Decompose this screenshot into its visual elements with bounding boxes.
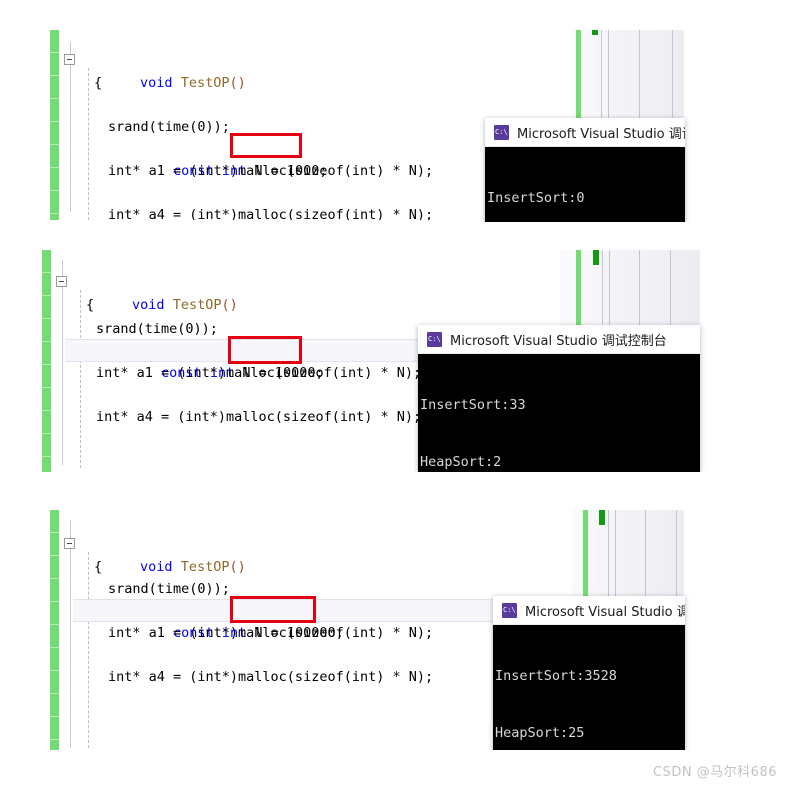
console-output-2: InsertSort:33 HeapSort:2 D:\代码\data stru… (418, 354, 700, 472)
console-window-2[interactable]: Microsoft Visual Studio 调试控制台 InsertSort… (418, 325, 700, 472)
keyword-void: void (140, 75, 173, 91)
csdn-watermark: CSDN @马尔科686 (652, 765, 777, 780)
open-brace: { (94, 75, 103, 91)
line-alloc-a4: int* a4 = (int*)malloc(sizeof(int) * N); (108, 207, 434, 220)
signature-parens: () (229, 559, 246, 575)
line-srand: srand(time(0)); (96, 321, 218, 337)
highlight-box-n-value-3 (230, 596, 316, 623)
console-title-1: Microsoft Visual Studio 调试控制台 (517, 126, 685, 142)
console-line: InsertSort:0 (487, 190, 585, 206)
highlight-box-n-value-1 (230, 133, 302, 158)
keyword-void: void (132, 297, 165, 313)
console-titlebar-1[interactable]: Microsoft Visual Studio 调试控制台 (485, 118, 685, 147)
signature-parens: () (229, 75, 246, 91)
console-title-3: Microsoft Visual Studio 调 (525, 604, 685, 620)
function-name: TestOP (180, 75, 230, 91)
console-app-icon (494, 124, 509, 140)
open-brace: { (94, 559, 103, 575)
minimap-saved-marker (599, 510, 605, 525)
line-alloc-a1: int* a1 = (int*)malloc(sizeof(int) * N); (96, 365, 422, 381)
code-panel-1: void TestOP() { srand(time(0)); const in… (0, 22, 793, 222)
console-window-3[interactable]: Microsoft Visual Studio 调 InsertSort:352… (493, 596, 685, 750)
line-alloc-a4: int* a4 = (int*)malloc(sizeof(int) * N); (108, 669, 434, 685)
console-output-3: InsertSort:3528 HeapSort:25 D:\代码\data s… (493, 625, 685, 750)
console-line: HeapSort:2 (420, 454, 502, 470)
line-alloc-a4: int* a4 = (int*)malloc(sizeof(int) * N); (96, 409, 422, 425)
console-app-icon (427, 331, 442, 347)
function-name: TestOP (180, 559, 230, 575)
code-panel-2: void TestOP() { srand(time(0)); const in… (0, 250, 793, 472)
code-panel-3: void TestOP() { srand(time(0)); const in… (0, 505, 793, 750)
signature-parens: () (221, 297, 238, 313)
open-brace: { (86, 297, 95, 313)
console-titlebar-3[interactable]: Microsoft Visual Studio 调 (493, 596, 685, 625)
console-app-icon (502, 602, 517, 618)
console-window-1[interactable]: Microsoft Visual Studio 调试控制台 InsertSort… (485, 118, 685, 222)
highlight-box-n-value-2 (228, 336, 302, 364)
console-line: HeapSort:25 (495, 725, 585, 741)
minimap-saved-marker (593, 250, 599, 265)
minimap-saved-marker (592, 30, 598, 35)
console-line: InsertSort:3528 (495, 668, 617, 684)
console-output-1: InsertSort:0 HeapSort:1 D:\代码\data struc… (485, 147, 685, 222)
line-srand: srand(time(0)); (108, 119, 230, 135)
console-titlebar-2[interactable]: Microsoft Visual Studio 调试控制台 (418, 325, 700, 354)
function-name: TestOP (172, 297, 222, 313)
keyword-void: void (140, 559, 173, 575)
line-alloc-a1: int* a1 = (int*)malloc(sizeof(int) * N); (108, 163, 434, 179)
line-alloc-a1: int* a1 = (int*)malloc(sizeof(int) * N); (108, 625, 434, 641)
console-line: InsertSort:33 (420, 397, 526, 413)
console-title-2: Microsoft Visual Studio 调试控制台 (450, 333, 667, 349)
line-srand: srand(time(0)); (108, 581, 230, 597)
